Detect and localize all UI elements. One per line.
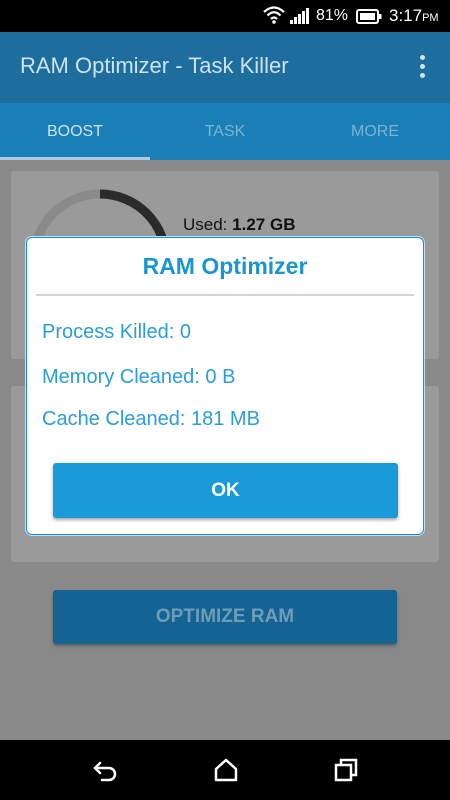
clock: 3:17PM <box>389 6 439 26</box>
navigation-bar <box>0 740 450 800</box>
app-title: RAM Optimizer - Task Killer <box>20 53 289 78</box>
result-dialog: RAM Optimizer Process Killed: 0 Memory C… <box>26 237 424 535</box>
status-bar: 81% 3:17PM <box>0 0 450 32</box>
back-icon[interactable] <box>92 756 120 784</box>
dialog-title: RAM Optimizer <box>142 253 308 279</box>
clock-time: 3:17 <box>389 6 423 25</box>
tab-bar: BOOST TASK MORE <box>0 103 450 160</box>
optimize-ram-button[interactable]: OPTIMIZE RAM <box>53 590 397 644</box>
clock-ampm: PM <box>422 12 439 24</box>
tab-more[interactable]: MORE <box>300 103 450 160</box>
process-killed-text: Process Killed: 0 <box>42 321 191 343</box>
home-icon[interactable] <box>212 756 240 784</box>
tab-boost[interactable]: BOOST <box>0 103 150 160</box>
dialog-divider <box>36 294 414 296</box>
recents-icon[interactable] <box>332 756 360 784</box>
app-bar: RAM Optimizer - Task Killer <box>0 32 450 103</box>
used-label: Used: <box>183 215 228 234</box>
used-value: 1.27 GB <box>232 215 296 234</box>
wifi-icon <box>263 6 285 24</box>
memory-cleaned-text: Memory Cleaned: 0 B <box>42 366 236 388</box>
overflow-menu-icon[interactable] <box>414 55 430 81</box>
signal-icon <box>290 8 309 24</box>
tab-task[interactable]: TASK <box>150 103 300 160</box>
ok-button[interactable]: OK <box>53 463 398 518</box>
battery-icon <box>356 9 382 24</box>
used-memory: Used: 1.27 GB <box>183 215 295 235</box>
cache-cleaned-text: Cache Cleaned: 181 MB <box>42 408 260 430</box>
battery-percent: 81% <box>316 7 349 24</box>
